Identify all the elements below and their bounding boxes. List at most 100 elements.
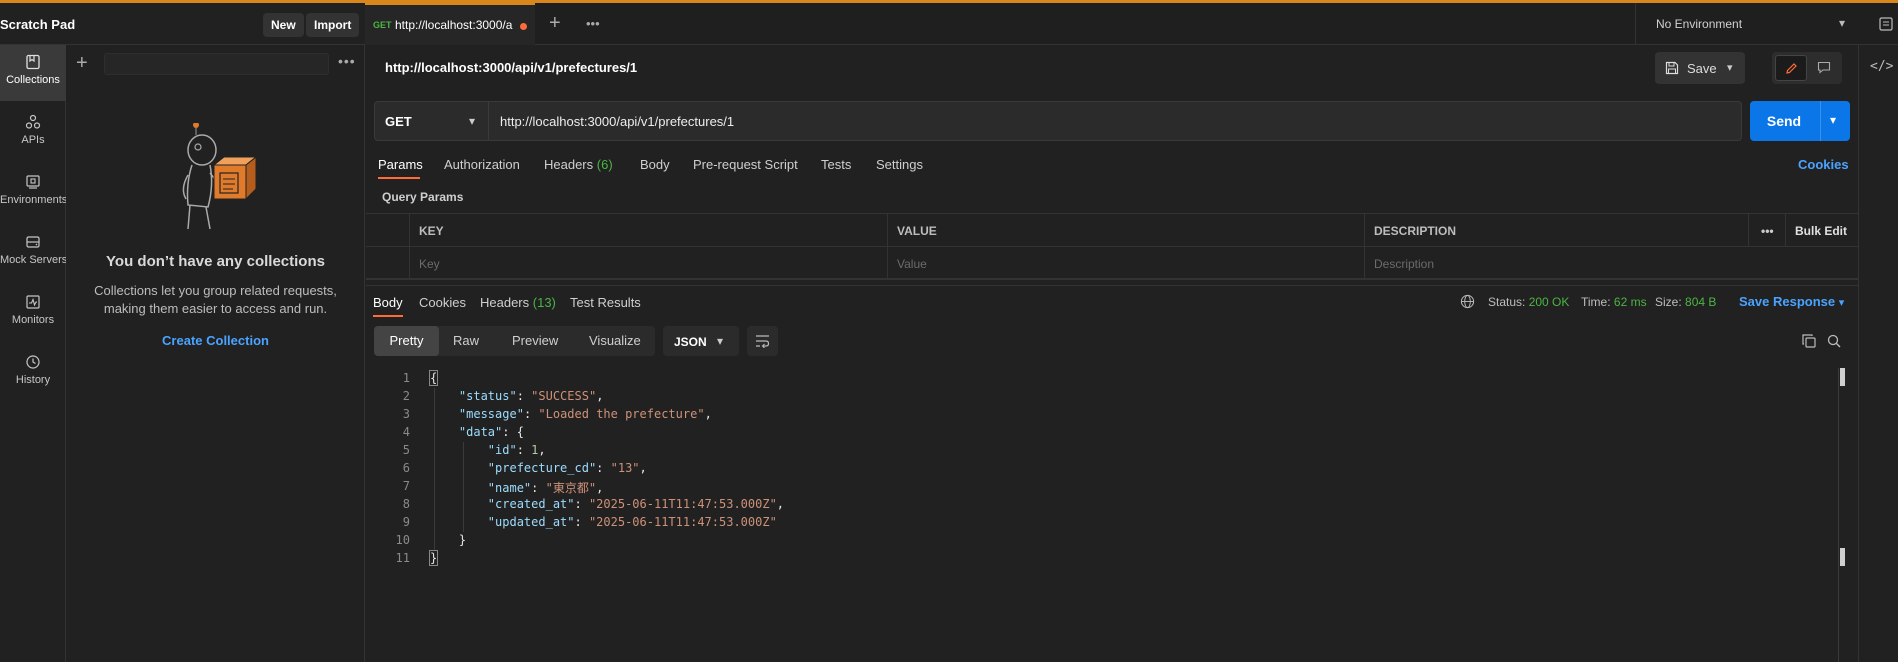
chevron-down-icon[interactable]: ▾ bbox=[1830, 113, 1836, 127]
cookies-link[interactable]: Cookies bbox=[1798, 157, 1849, 172]
response-headers-count: (13) bbox=[532, 295, 556, 310]
format-select[interactable]: JSON ▾ bbox=[663, 326, 739, 356]
status-label: Status: bbox=[1488, 295, 1526, 309]
line-number: 4 bbox=[402, 425, 410, 439]
create-collection-link[interactable]: Create Collection bbox=[66, 333, 365, 348]
save-response-button[interactable]: Save Response ▾ bbox=[1739, 294, 1844, 309]
code-line: "status": "SUCCESS", bbox=[458, 389, 604, 403]
import-button[interactable]: Import bbox=[306, 13, 360, 37]
code-line: { bbox=[428, 370, 439, 386]
add-collection-icon[interactable]: + bbox=[76, 53, 88, 73]
headers-count: (6) bbox=[596, 157, 613, 172]
search-collections-input[interactable] bbox=[104, 53, 329, 75]
pencil-icon bbox=[1786, 63, 1797, 74]
code-line: "data": { bbox=[458, 425, 524, 439]
tab-pre-request-script[interactable]: Pre-request Script bbox=[693, 157, 798, 172]
url-value: http://localhost:3000/api/v1/prefectures… bbox=[500, 114, 735, 129]
chevron-down-icon: ▾ bbox=[1838, 297, 1845, 309]
response-body-editor[interactable]: 1 2 3 4 5 6 7 8 9 10 11 { "status": "SUC… bbox=[366, 368, 1836, 566]
response-tab-headers-label: Headers bbox=[480, 295, 530, 310]
key-input[interactable]: Key bbox=[410, 247, 888, 280]
tab-tests[interactable]: Tests bbox=[821, 157, 851, 172]
tab-settings[interactable]: Settings bbox=[876, 157, 923, 172]
status-value: 200 OK bbox=[1528, 295, 1570, 309]
new-button[interactable]: New bbox=[263, 13, 304, 37]
response-tab-headers[interactable]: Headers (13) bbox=[480, 295, 556, 310]
sidebar-item-label: Environments bbox=[0, 194, 68, 206]
sidebar-item-mock-servers[interactable]: Mock Servers bbox=[0, 225, 68, 281]
search-icon[interactable] bbox=[1826, 333, 1842, 349]
line-number: 8 bbox=[402, 497, 410, 511]
response-divider[interactable] bbox=[366, 285, 1858, 286]
globe-icon[interactable] bbox=[1460, 294, 1475, 309]
new-tab-icon[interactable]: + bbox=[549, 12, 561, 35]
size-label: Size: bbox=[1655, 295, 1682, 309]
environments-icon bbox=[26, 175, 40, 189]
edit-mode-button[interactable] bbox=[1775, 55, 1807, 81]
environment-quick-look-icon[interactable] bbox=[1878, 16, 1894, 32]
comment-icon bbox=[1817, 61, 1831, 74]
key-column-header: KEY bbox=[410, 214, 888, 247]
line-number: 9 bbox=[402, 515, 410, 529]
request-tab-name: http://localhost:3000/api/v1/prefectures… bbox=[395, 18, 513, 32]
save-button[interactable]: Save ▾ bbox=[1655, 52, 1745, 84]
response-tab-body[interactable]: Body bbox=[373, 295, 403, 310]
code-snippet-icon[interactable]: </> bbox=[1870, 59, 1893, 74]
request-title[interactable]: http://localhost:3000/api/v1/prefectures… bbox=[385, 60, 637, 75]
view-preview-button[interactable]: Preview bbox=[501, 326, 569, 356]
request-tab[interactable]: GET http://localhost:3000/api/v1/prefect… bbox=[365, 3, 535, 45]
wrap-lines-button[interactable] bbox=[747, 326, 778, 356]
bulk-edit-button[interactable]: Bulk Edit bbox=[1786, 214, 1858, 247]
description-input[interactable]: Description bbox=[1365, 247, 1858, 280]
sidebar-item-history[interactable]: History bbox=[0, 345, 66, 401]
tab-params[interactable]: Params bbox=[378, 157, 423, 172]
response-tab-cookies[interactable]: Cookies bbox=[419, 295, 466, 310]
line-number: 7 bbox=[402, 479, 410, 493]
sidebar-item-label: History bbox=[15, 374, 51, 386]
query-params-table: KEY VALUE DESCRIPTION ••• Bulk Edit Key … bbox=[366, 213, 1858, 280]
request-tab-bar: GET http://localhost:3000/api/v1/prefect… bbox=[365, 3, 1898, 45]
view-visualize-button[interactable]: Visualize bbox=[578, 326, 652, 356]
line-number: 5 bbox=[402, 443, 410, 457]
sidebar-item-label: Monitors bbox=[11, 314, 55, 326]
row-checkbox-spacer bbox=[366, 247, 410, 280]
sidebar-item-monitors[interactable]: Monitors bbox=[0, 285, 66, 341]
code-line: "updated_at": "2025-06-11T11:47:53.000Z" bbox=[487, 515, 777, 529]
chevron-down-icon: ▾ bbox=[1839, 16, 1846, 30]
code-line: } bbox=[428, 550, 439, 566]
editor-scroll-track bbox=[1838, 368, 1839, 662]
view-raw-button[interactable]: Raw bbox=[442, 326, 490, 356]
response-tab-test-results[interactable]: Test Results bbox=[570, 295, 641, 310]
url-input[interactable]: http://localhost:3000/api/v1/prefectures… bbox=[489, 101, 1742, 141]
apis-icon bbox=[25, 114, 41, 129]
method-select[interactable]: GET ▾ bbox=[374, 101, 489, 141]
send-button[interactable]: Send ▾ bbox=[1750, 101, 1850, 141]
method-label: GET bbox=[385, 114, 412, 129]
tab-body[interactable]: Body bbox=[640, 157, 670, 172]
tab-options-icon[interactable]: ••• bbox=[586, 16, 600, 31]
line-number: 11 bbox=[395, 551, 410, 565]
sidebar-item-apis[interactable]: APIs bbox=[0, 105, 66, 161]
status-readout: Status: 200 OK bbox=[1488, 295, 1569, 309]
more-options-icon[interactable]: ••• bbox=[338, 53, 356, 69]
environment-selector[interactable]: No Environment ▾ bbox=[1635, 3, 1865, 45]
line-number: 2 bbox=[402, 389, 410, 403]
sidebar-item-environments[interactable]: Environments bbox=[0, 165, 68, 221]
value-input[interactable]: Value bbox=[888, 247, 1365, 280]
chevron-down-icon[interactable]: ▾ bbox=[1727, 61, 1733, 74]
monitors-icon bbox=[26, 295, 40, 309]
table-more-icon[interactable]: ••• bbox=[1749, 214, 1786, 247]
environment-label: No Environment bbox=[1656, 17, 1743, 31]
line-number: 10 bbox=[395, 533, 410, 547]
tab-headers[interactable]: Headers (6) bbox=[544, 157, 613, 172]
scrollbar-thumb[interactable] bbox=[1840, 368, 1845, 386]
request-tab-method: GET bbox=[373, 20, 392, 30]
sidebar-item-label: Mock Servers bbox=[0, 254, 68, 266]
view-pretty-button[interactable]: Pretty bbox=[374, 326, 439, 356]
sidebar-item-collections[interactable]: Collections bbox=[0, 45, 66, 101]
send-divider bbox=[1820, 101, 1821, 141]
tab-authorization[interactable]: Authorization bbox=[444, 157, 520, 172]
copy-icon[interactable] bbox=[1801, 333, 1817, 349]
code-line: "name": "東京都", bbox=[487, 481, 604, 495]
comments-button[interactable] bbox=[1809, 55, 1839, 81]
